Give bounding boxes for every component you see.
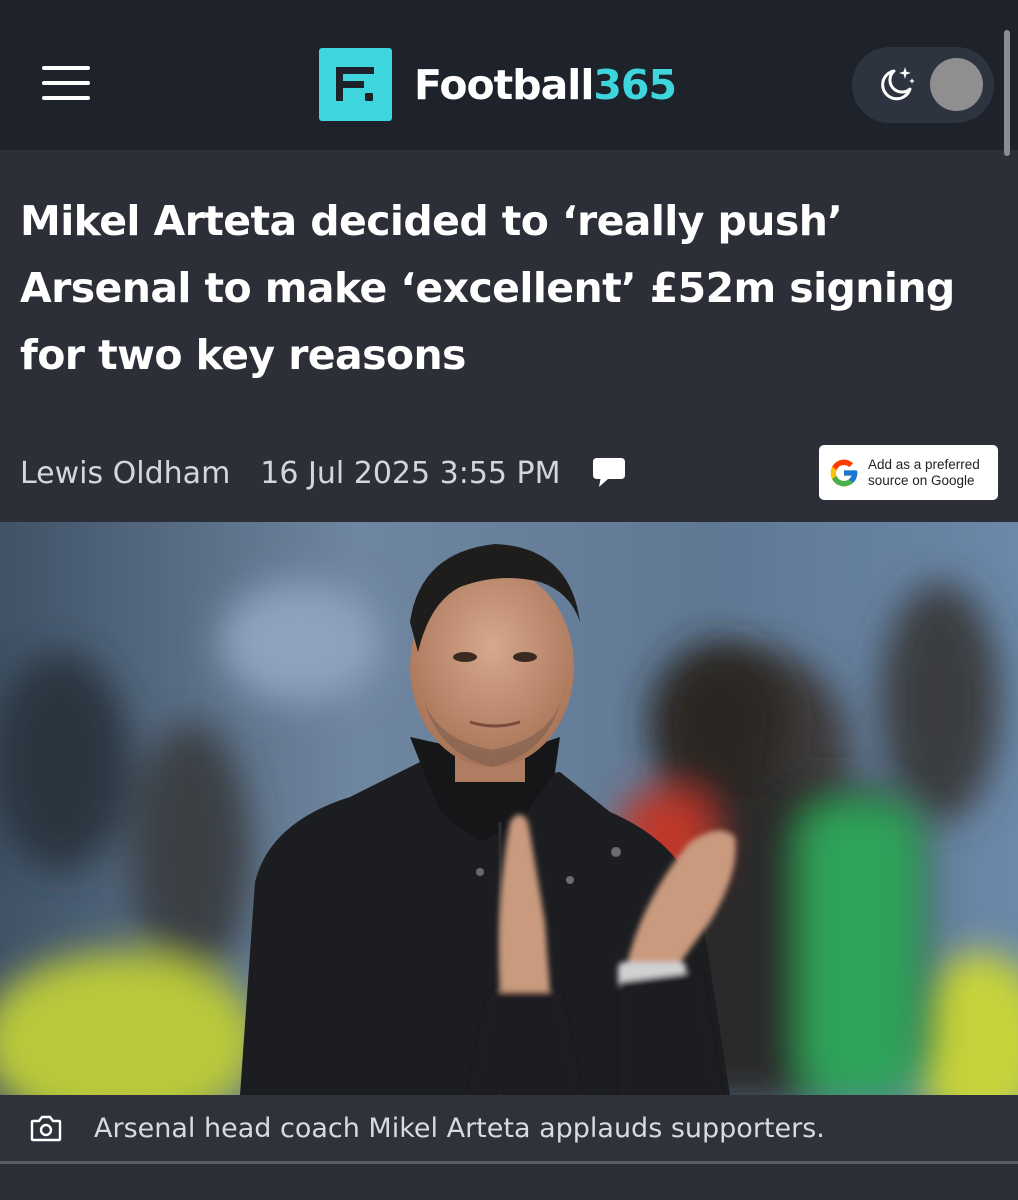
site-logo[interactable]: Football365 xyxy=(319,48,677,121)
google-button-label: Add as a preferred source on Google xyxy=(868,457,980,489)
google-button-line-2: source on Google xyxy=(868,472,975,488)
google-g-icon xyxy=(830,459,858,486)
top-navigation-bar: Football365 xyxy=(0,0,1018,156)
caption-divider xyxy=(0,1161,1018,1164)
logo-wordmark-prefix: Football xyxy=(414,60,594,109)
hero-photo-illustration xyxy=(0,522,1018,1095)
logo-wordmark-suffix: 365 xyxy=(593,60,677,109)
camera-icon xyxy=(30,1115,62,1142)
author-name[interactable]: Lewis Oldham xyxy=(20,456,230,491)
dark-mode-toggle[interactable] xyxy=(852,47,994,123)
caption-text: Arsenal head coach Mikel Arteta applauds… xyxy=(94,1112,825,1144)
logo-mark-icon xyxy=(319,48,392,121)
add-preferred-source-google-button[interactable]: Add as a preferred source on Google xyxy=(819,445,998,500)
google-button-line-1: Add as a preferred xyxy=(868,456,980,472)
hero-image xyxy=(0,522,1018,1095)
speech-bubble-icon[interactable] xyxy=(591,456,627,490)
article-byline: Lewis Oldham 16 Jul 2025 3:55 PM xyxy=(20,452,627,494)
publish-date: 16 Jul 2025 3:55 PM xyxy=(260,455,561,491)
logo-wordmark: Football365 xyxy=(414,60,677,109)
image-caption: Arsenal head coach Mikel Arteta applauds… xyxy=(0,1095,1018,1161)
scrollbar[interactable] xyxy=(1004,30,1010,156)
toggle-knob xyxy=(930,58,983,111)
moon-stars-icon xyxy=(881,67,915,101)
hamburger-menu-icon[interactable] xyxy=(42,66,90,102)
article-headline: Mikel Arteta decided to ‘really push’ Ar… xyxy=(20,197,955,379)
